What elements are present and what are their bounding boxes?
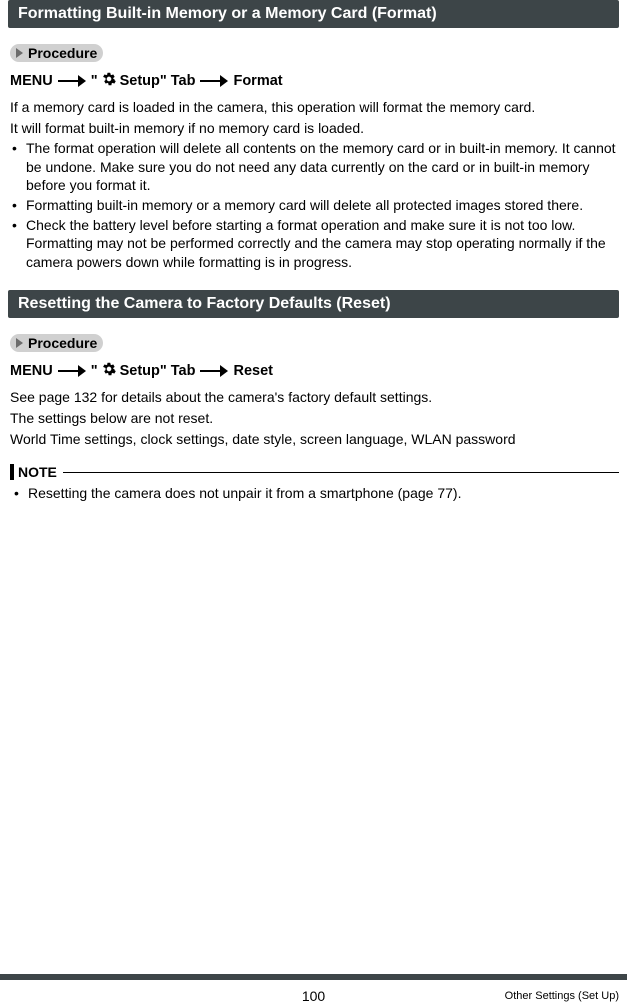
bullet-text: Formatting built-in memory or a memory c…: [26, 197, 583, 213]
intro-text-2: It will format built-in memory if no mem…: [8, 119, 619, 138]
bullet-text: Check the battery level before starting …: [26, 217, 606, 270]
arrow-icon: [58, 366, 86, 376]
note-block: NOTE Resetting the camera does not unpai…: [8, 464, 619, 503]
procedure-label: Procedure: [28, 335, 97, 351]
menu-path-reset: MENU " Setup" Tab Reset: [8, 362, 619, 380]
intro-text-1: If a memory card is loaded in the camera…: [8, 98, 619, 117]
list-item: Check the battery level before starting …: [10, 216, 619, 272]
menu-path-format: MENU " Setup" Tab Format: [8, 72, 619, 90]
list-item: The format operation will delete all con…: [10, 139, 619, 195]
format-bullet-list: The format operation will delete all con…: [8, 139, 619, 271]
setup-tab-word: Setup" Tab: [120, 73, 196, 89]
gear-icon: [102, 362, 116, 380]
note-bar-icon: [10, 464, 14, 480]
section-header-format: Formatting Built-in Memory or a Memory C…: [8, 0, 619, 28]
list-item: Formatting built-in memory or a memory c…: [10, 196, 619, 215]
reset-line-1: See page 132 for details about the camer…: [8, 388, 619, 407]
quote-open: ": [91, 363, 98, 379]
arrow-icon: [200, 76, 228, 86]
triangle-icon: [16, 338, 23, 348]
setup-tab-word: Setup" Tab: [120, 363, 196, 379]
page-footer: 100 Other Settings (Set Up): [0, 974, 627, 1008]
menu-word: MENU: [10, 73, 53, 89]
procedure-label: Procedure: [28, 45, 97, 61]
bullet-text: Resetting the camera does not unpair it …: [28, 485, 461, 501]
procedure-badge: Procedure: [10, 44, 103, 62]
reset-line-3: World Time settings, clock settings, dat…: [8, 430, 619, 449]
arrow-icon: [200, 366, 228, 376]
menu-end: Reset: [233, 363, 273, 379]
note-label: NOTE: [18, 464, 57, 480]
gear-icon: [102, 72, 116, 90]
footer-section-name: Other Settings (Set Up): [505, 990, 619, 1002]
bullet-text: The format operation will delete all con…: [26, 140, 616, 193]
quote-open: ": [91, 73, 98, 89]
list-item: Resetting the camera does not unpair it …: [12, 484, 619, 503]
arrow-icon: [58, 76, 86, 86]
note-divider: [63, 472, 619, 473]
menu-end: Format: [233, 73, 282, 89]
note-bullet-list: Resetting the camera does not unpair it …: [10, 484, 619, 503]
reset-line-2: The settings below are not reset.: [8, 409, 619, 428]
page-number: 100: [302, 988, 325, 1004]
section-title: Formatting Built-in Memory or a Memory C…: [18, 5, 437, 22]
section-title: Resetting the Camera to Factory Defaults…: [18, 295, 391, 312]
triangle-icon: [16, 48, 23, 58]
menu-word: MENU: [10, 363, 53, 379]
section-header-reset: Resetting the Camera to Factory Defaults…: [8, 290, 619, 318]
procedure-badge: Procedure: [10, 334, 103, 352]
